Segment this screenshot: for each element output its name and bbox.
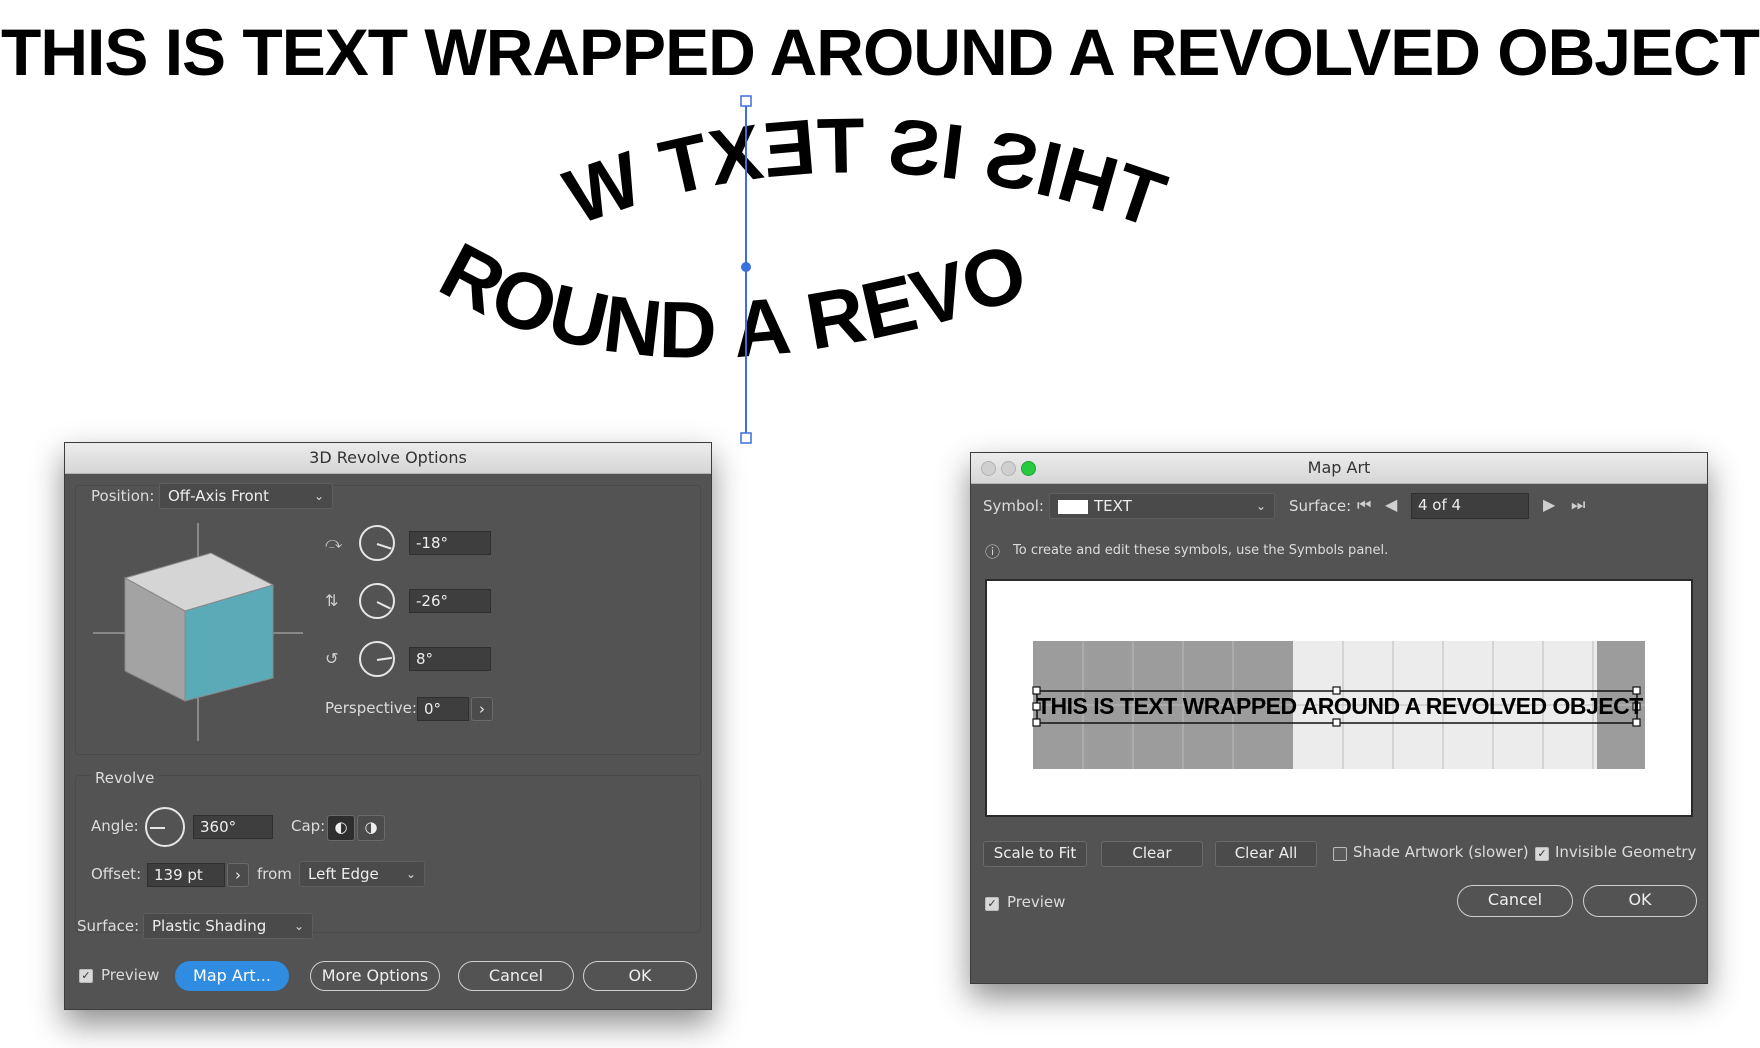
position-label: Position:: [91, 487, 155, 505]
scale-to-fit-button[interactable]: Scale to Fit: [983, 841, 1087, 867]
zoom-window-icon[interactable]: [1021, 461, 1036, 476]
rotate-y-dial[interactable]: [359, 583, 395, 619]
map-art-preview-label: Preview: [1007, 893, 1066, 911]
revolve-group: [75, 775, 701, 933]
revolve-dialog-title: 3D Revolve Options: [309, 448, 467, 467]
axis-handle-top[interactable]: [740, 95, 752, 107]
cancel-button[interactable]: Cancel: [458, 961, 574, 991]
previous-surface-icon[interactable]: ◀: [1385, 495, 1397, 514]
clear-all-button[interactable]: Clear All: [1215, 841, 1317, 867]
first-surface-icon[interactable]: ⏮: [1357, 495, 1371, 515]
cap-hollow-icon: ◑: [364, 818, 378, 836]
rotate-y-axis-icon: ⇅: [325, 591, 339, 610]
clear-button[interactable]: Clear: [1101, 841, 1203, 867]
angle-field[interactable]: 360°: [193, 815, 273, 839]
ring-top-span: THIS IS TEXT WRAPPED: [554, 95, 1190, 244]
surface-index-field[interactable]: 4 of 4: [1411, 493, 1529, 519]
rotate-x-field[interactable]: -18°: [409, 531, 491, 555]
revolve-group-label: Revolve: [91, 769, 159, 787]
invisible-geometry-checkbox[interactable]: ✓: [1535, 847, 1549, 861]
position-select-value: Off-Axis Front: [168, 487, 270, 505]
position-select[interactable]: Off-Axis Front ⌄: [159, 483, 333, 509]
close-window-icon[interactable]: [981, 461, 996, 476]
from-edge-select[interactable]: Left Edge ⌄: [299, 861, 425, 887]
angle-label: Angle:: [91, 817, 139, 835]
symbol-label: Symbol:: [983, 497, 1044, 515]
map-art-cancel-button[interactable]: Cancel: [1457, 885, 1573, 917]
map-art-preview[interactable]: THIS IS TEXT WRAPPED AROUND A REVOLVED O…: [985, 579, 1693, 817]
shade-artwork-label: Shade Artwork (slower): [1353, 843, 1529, 861]
more-options-button[interactable]: More Options: [310, 961, 440, 991]
chevron-right-icon: ›: [479, 700, 485, 718]
surface-select[interactable]: Plastic Shading ⌄: [143, 913, 313, 939]
symbol-thumbnail-icon: [1058, 499, 1088, 514]
from-label: from: [257, 865, 292, 883]
chevron-down-icon: ⌄: [1255, 499, 1266, 513]
perspective-slider-button[interactable]: ›: [471, 697, 493, 721]
preview-checkbox[interactable]: ✓: [79, 969, 93, 983]
map-art-titlebar[interactable]: Map Art: [971, 453, 1707, 484]
surface-value: Plastic Shading: [152, 917, 267, 935]
angle-dial[interactable]: [145, 807, 185, 847]
chevron-down-icon: ⌄: [313, 489, 324, 503]
map-art-ok-button[interactable]: OK: [1583, 885, 1697, 917]
ring-top-text: THIS IS TEXT WRAPPED: [554, 95, 1190, 244]
cap-solid-icon: ◐: [334, 818, 348, 836]
symbol-value: TEXT: [1094, 497, 1132, 515]
revolve-dialog-titlebar[interactable]: 3D Revolve Options: [65, 443, 711, 474]
info-text: To create and edit these symbols, use th…: [1013, 543, 1389, 558]
axis-handle-bottom[interactable]: [740, 432, 752, 444]
rotate-z-field[interactable]: 8°: [409, 647, 491, 671]
offset-slider-button[interactable]: ›: [227, 863, 249, 887]
rotate-z-dial[interactable]: [359, 641, 395, 677]
minimize-window-icon[interactable]: [1001, 461, 1016, 476]
rotate-y-field[interactable]: -26°: [409, 589, 491, 613]
headline: THIS IS TEXT WRAPPED AROUND A REVOLVED O…: [1, 15, 1760, 89]
axis-center-point[interactable]: [741, 262, 751, 272]
rotate-x-dial[interactable]: [359, 525, 395, 561]
offset-label: Offset:: [91, 865, 142, 883]
revolve-options-dialog: 3D Revolve Options Position: Off-Axis Fr…: [64, 442, 712, 1010]
invisible-geometry-label: Invisible Geometry: [1555, 843, 1697, 861]
cap-off-button[interactable]: ◑: [357, 815, 385, 841]
rotate-z-axis-icon: ↺: [325, 649, 339, 668]
chevron-right-icon: ›: [235, 866, 241, 884]
rotation-cube[interactable]: [93, 523, 303, 741]
preview-label: Preview: [101, 966, 160, 984]
chevron-down-icon: ⌄: [293, 919, 304, 933]
mapped-art-text: THIS IS TEXT WRAPPED AROUND A REVOLVED O…: [1037, 693, 1643, 719]
map-art-preview-checkbox[interactable]: ✓: [985, 897, 999, 911]
cap-label: Cap:: [291, 817, 326, 835]
from-edge-value: Left Edge: [308, 865, 379, 883]
ok-button[interactable]: OK: [583, 961, 697, 991]
offset-field[interactable]: 139 pt: [147, 863, 225, 887]
rotate-x-axis-icon: ⤼: [325, 533, 343, 552]
perspective-field[interactable]: 0°: [417, 697, 469, 721]
info-icon: ⓘ: [985, 543, 1001, 561]
surface-nav-label: Surface:: [1289, 497, 1352, 515]
cap-on-button[interactable]: ◐: [327, 815, 355, 841]
surface-label: Surface:: [77, 917, 140, 935]
symbol-select[interactable]: TEXT ⌄: [1049, 493, 1275, 519]
map-art-button[interactable]: Map Art...: [175, 961, 289, 991]
perspective-label: Perspective:: [325, 699, 417, 717]
shade-artwork-checkbox[interactable]: [1333, 847, 1347, 861]
map-art-dialog: Map Art Symbol: TEXT ⌄ Surface: ⏮ ◀ 4 of …: [970, 452, 1708, 984]
chevron-down-icon: ⌄: [405, 867, 416, 881]
last-surface-icon[interactable]: ⏭: [1571, 495, 1585, 515]
map-art-title: Map Art: [1307, 458, 1371, 477]
next-surface-icon[interactable]: ▶: [1543, 495, 1555, 514]
